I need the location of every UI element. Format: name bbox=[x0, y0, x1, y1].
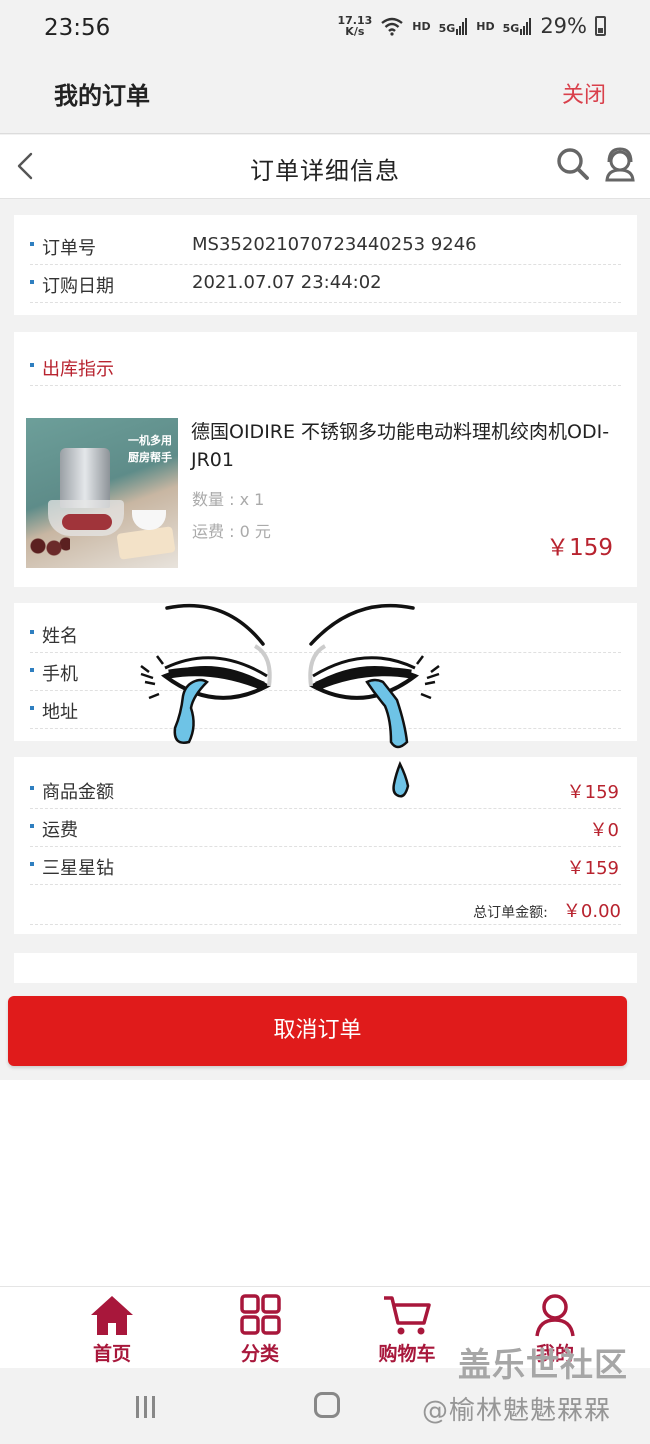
order-date-value: 2021.07.07 23:44:02 bbox=[192, 272, 382, 293]
shipping-fee-value: ￥0 bbox=[589, 820, 619, 841]
network-speed-unit: K/s bbox=[345, 25, 365, 38]
shipment-header-row: 出库指示 bbox=[30, 348, 621, 386]
goods-amount-label: 商品金额 bbox=[30, 778, 114, 804]
product-jar bbox=[60, 448, 110, 508]
product-quantity: 数量 : x 1 bbox=[192, 490, 265, 509]
hd-badge: HD bbox=[476, 19, 495, 33]
status-bar: 23:56 17.13 K/s HD 5G HD 5G 29% bbox=[0, 0, 650, 60]
product-meatballs bbox=[30, 536, 70, 558]
status-time: 23:56 bbox=[44, 15, 111, 41]
order-number-row: 订单号 MS352021070723440253 9246 bbox=[30, 227, 621, 265]
order-date-label: 订购日期 bbox=[30, 272, 114, 298]
battery-percent: 29% bbox=[540, 14, 587, 38]
order-number-label: 订单号 bbox=[30, 234, 96, 260]
blank-card bbox=[14, 953, 637, 983]
recipient-name-label: 姓名 bbox=[30, 622, 78, 648]
image-tag-line2: 厨房帮手 bbox=[128, 451, 172, 464]
watermark-author: @榆林魅魅槑槑 bbox=[422, 1396, 612, 1426]
shipment-section-title: 出库指示 bbox=[30, 355, 114, 381]
home-button-icon[interactable] bbox=[314, 1392, 340, 1418]
tab-home[interactable]: 首页 bbox=[67, 1293, 157, 1367]
image-tag-line1: 一机多用 bbox=[128, 434, 172, 447]
wifi-icon bbox=[381, 17, 403, 36]
signal-type: 5G bbox=[438, 22, 456, 35]
product-price: ￥159 bbox=[546, 535, 613, 561]
product-plate bbox=[116, 526, 176, 560]
shipment-card: 出库指示 一机多用 厨房帮手 德国OIDIRE 不锈钢多功能电动料理机绞肉机OD… bbox=[14, 332, 637, 587]
star-diamond-label: 三星星钻 bbox=[30, 854, 114, 880]
signal-bars-icon bbox=[456, 18, 468, 35]
recipient-address-label: 地址 bbox=[30, 698, 78, 724]
user-icon bbox=[535, 1294, 575, 1337]
product-image-tag: 一机多用 厨房帮手 bbox=[128, 432, 172, 466]
network-speed: 17.13 K/s bbox=[337, 15, 372, 37]
tab-cart[interactable]: 购物车 bbox=[362, 1293, 452, 1367]
recents-icon[interactable] bbox=[134, 1396, 158, 1418]
goods-amount-value: ￥159 bbox=[566, 782, 619, 803]
nav-bar: 订单详细信息 bbox=[0, 135, 650, 199]
order-total-label: 总订单金额: bbox=[473, 905, 548, 921]
signal-type: 5G bbox=[502, 22, 520, 35]
watermark-community: 盖乐世社区 bbox=[458, 1345, 628, 1384]
customer-service-icon[interactable] bbox=[603, 146, 637, 182]
signal-icon: 5G bbox=[439, 17, 469, 35]
nav-title: 订单详细信息 bbox=[250, 157, 400, 185]
cart-icon bbox=[384, 1296, 431, 1335]
product-meat bbox=[62, 514, 112, 530]
empty-area bbox=[0, 1080, 650, 1286]
battery-icon bbox=[595, 16, 606, 36]
recipient-phone-label: 手机 bbox=[30, 660, 78, 686]
crying-eyes-sticker bbox=[140, 603, 440, 798]
order-total-row: 总订单金额: ￥0.00 bbox=[30, 887, 621, 925]
cancel-order-button[interactable]: 取消订单 bbox=[8, 996, 627, 1066]
hd-badge: HD bbox=[412, 19, 431, 33]
home-icon bbox=[91, 1296, 133, 1335]
order-number-value: MS352021070723440253 9246 bbox=[192, 234, 477, 255]
status-icons: 17.13 K/s HD 5G HD 5G 29% bbox=[337, 14, 606, 38]
order-info-card: 订单号 MS352021070723440253 9246 订购日期 2021.… bbox=[14, 215, 637, 315]
signal-bars-icon bbox=[520, 18, 532, 35]
tab-cart-label: 购物车 bbox=[378, 1343, 436, 1365]
product-name[interactable]: 德国OIDIRE 不锈钢多功能电动料理机绞肉机ODI-JR01 bbox=[191, 418, 621, 474]
signal-icon: 5G bbox=[503, 17, 533, 35]
page-title: 我的订单 bbox=[54, 82, 150, 110]
product-shipping: 运费 : 0 元 bbox=[192, 522, 271, 541]
shipping-fee-row: 运费 ￥0 bbox=[30, 809, 621, 847]
star-diamond-row: 三星星钻 ￥159 bbox=[30, 847, 621, 885]
shipping-fee-label: 运费 bbox=[30, 816, 78, 842]
category-icon bbox=[240, 1294, 281, 1335]
tab-category[interactable]: 分类 bbox=[215, 1293, 305, 1367]
order-date-row: 订购日期 2021.07.07 23:44:02 bbox=[30, 265, 621, 303]
star-diamond-value: ￥159 bbox=[566, 858, 619, 879]
order-total-value: ￥0.00 bbox=[562, 901, 621, 922]
tab-category-label: 分类 bbox=[240, 1343, 279, 1365]
search-icon[interactable] bbox=[555, 146, 591, 182]
tab-home-label: 首页 bbox=[92, 1343, 131, 1365]
product-image[interactable]: 一机多用 厨房帮手 bbox=[26, 418, 178, 568]
app-header: 我的订单 关闭 bbox=[0, 60, 650, 134]
close-button[interactable]: 关闭 bbox=[562, 77, 606, 109]
